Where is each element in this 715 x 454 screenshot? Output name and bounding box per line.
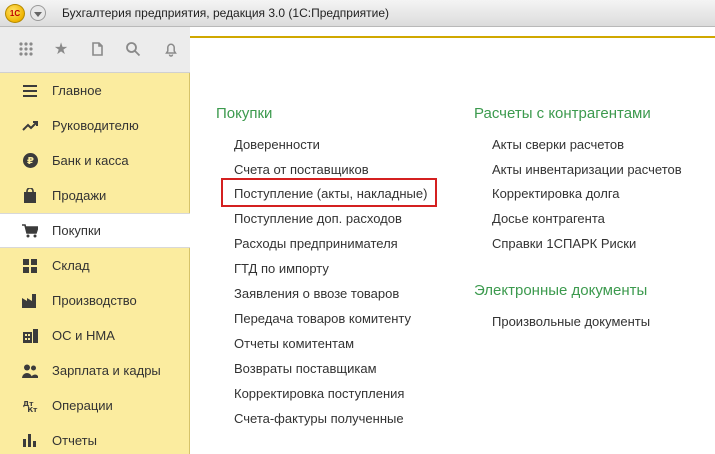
sidebar-item-payroll[interactable]: Зарплата и кадры	[0, 353, 190, 388]
section-title-settlements: Расчеты с контрагентами	[474, 105, 651, 122]
app-logo-icon[interactable]: 1С	[5, 4, 25, 23]
sidebar: Главное Руководителю ₽ Банк и касса Прод…	[0, 73, 190, 454]
search-icon[interactable]	[124, 41, 142, 59]
sidebar-item-production[interactable]: Производство	[0, 283, 190, 318]
sidebar-item-label: Операции	[52, 398, 113, 413]
content-top-accent-line	[190, 36, 715, 38]
sidebar-item-label: Руководителю	[52, 118, 139, 133]
building-icon	[22, 328, 38, 344]
link-debt-adjustment[interactable]: Корректировка долга	[492, 186, 620, 201]
toolbar: ★	[0, 27, 190, 73]
link-supplier-invoices[interactable]: Счета от поставщиков	[234, 162, 369, 177]
link-received-invoices[interactable]: Счета-фактуры полученные	[234, 411, 404, 426]
sidebar-item-purchases[interactable]: Покупки	[0, 213, 190, 248]
ruble-coin-icon: ₽	[22, 153, 38, 169]
svg-text:₽: ₽	[27, 156, 34, 167]
sidebar-item-label: Зарплата и кадры	[52, 363, 161, 378]
favorites-star-icon[interactable]: ★	[52, 41, 70, 59]
window-title: Бухгалтерия предприятия, редакция 3.0 (1…	[62, 6, 390, 20]
shopping-cart-icon	[22, 223, 38, 239]
warehouse-grid-icon	[22, 258, 38, 274]
sidebar-item-label: Производство	[52, 293, 137, 308]
section-title-edocs: Электронные документы	[474, 282, 648, 299]
link-consignor-reports[interactable]: Отчеты комитентам	[234, 336, 354, 351]
link-transfer-to-consignor[interactable]: Передача товаров комитенту	[234, 311, 411, 326]
link-arbitrary-documents[interactable]: Произвольные документы	[492, 314, 650, 329]
link-import-applications[interactable]: Заявления о ввозе товаров	[234, 286, 399, 301]
sidebar-item-operations[interactable]: Дт Кт Операции	[0, 388, 190, 423]
link-reconciliation-acts[interactable]: Акты сверки расчетов	[492, 137, 624, 152]
history-icon[interactable]	[88, 41, 106, 59]
link-import-declarations[interactable]: ГТД по импорту	[234, 261, 329, 276]
bar-chart-icon	[22, 433, 38, 449]
highlight-box	[221, 178, 437, 207]
sidebar-item-warehouse[interactable]: Склад	[0, 248, 190, 283]
link-inventory-acts[interactable]: Акты инвентаризации расчетов	[492, 162, 682, 177]
sidebar-item-label: ОС и НМА	[52, 328, 115, 343]
factory-icon	[22, 293, 38, 309]
sidebar-item-fixed-assets[interactable]: ОС и НМА	[0, 318, 190, 353]
sidebar-item-sales[interactable]: Продажи	[0, 178, 190, 213]
people-icon	[22, 363, 38, 379]
dt-kt-icon: Дт Кт	[22, 398, 38, 414]
link-supplier-returns[interactable]: Возвраты поставщикам	[234, 361, 377, 376]
shopping-bag-icon	[22, 188, 38, 204]
sidebar-item-main[interactable]: Главное	[0, 73, 190, 108]
sidebar-item-manager[interactable]: Руководителю	[0, 108, 190, 143]
notifications-bell-icon[interactable]	[162, 41, 180, 59]
link-entrepreneur-expenses[interactable]: Расходы предпринимателя	[234, 236, 398, 251]
link-power-of-attorney[interactable]: Доверенности	[234, 137, 320, 152]
link-additional-expenses[interactable]: Поступление доп. расходов	[234, 211, 402, 226]
svg-text:Кт: Кт	[27, 405, 38, 414]
sidebar-item-reports[interactable]: Отчеты	[0, 423, 190, 454]
link-receipt-adjustment[interactable]: Корректировка поступления	[234, 386, 404, 401]
section-title-purchases: Покупки	[216, 105, 273, 122]
sidebar-item-label: Банк и касса	[52, 153, 129, 168]
sidebar-item-label: Отчеты	[52, 433, 97, 448]
apps-grid-icon[interactable]	[17, 41, 35, 59]
sidebar-item-label: Главное	[52, 83, 102, 98]
link-counterparty-dossier[interactable]: Досье контрагента	[492, 211, 605, 226]
trend-up-icon	[22, 118, 38, 134]
sidebar-item-label: Склад	[52, 258, 90, 273]
link-spark-risks[interactable]: Справки 1СПАРК Риски	[492, 236, 636, 251]
menu-lines-icon	[22, 83, 38, 99]
sidebar-item-label: Покупки	[52, 223, 101, 238]
main-menu-button[interactable]	[30, 5, 46, 21]
sidebar-item-bank[interactable]: ₽ Банк и касса	[0, 143, 190, 178]
chevron-down-icon	[34, 11, 42, 17]
title-bar: 1С Бухгалтерия предприятия, редакция 3.0…	[0, 0, 715, 27]
sidebar-item-label: Продажи	[52, 188, 107, 203]
